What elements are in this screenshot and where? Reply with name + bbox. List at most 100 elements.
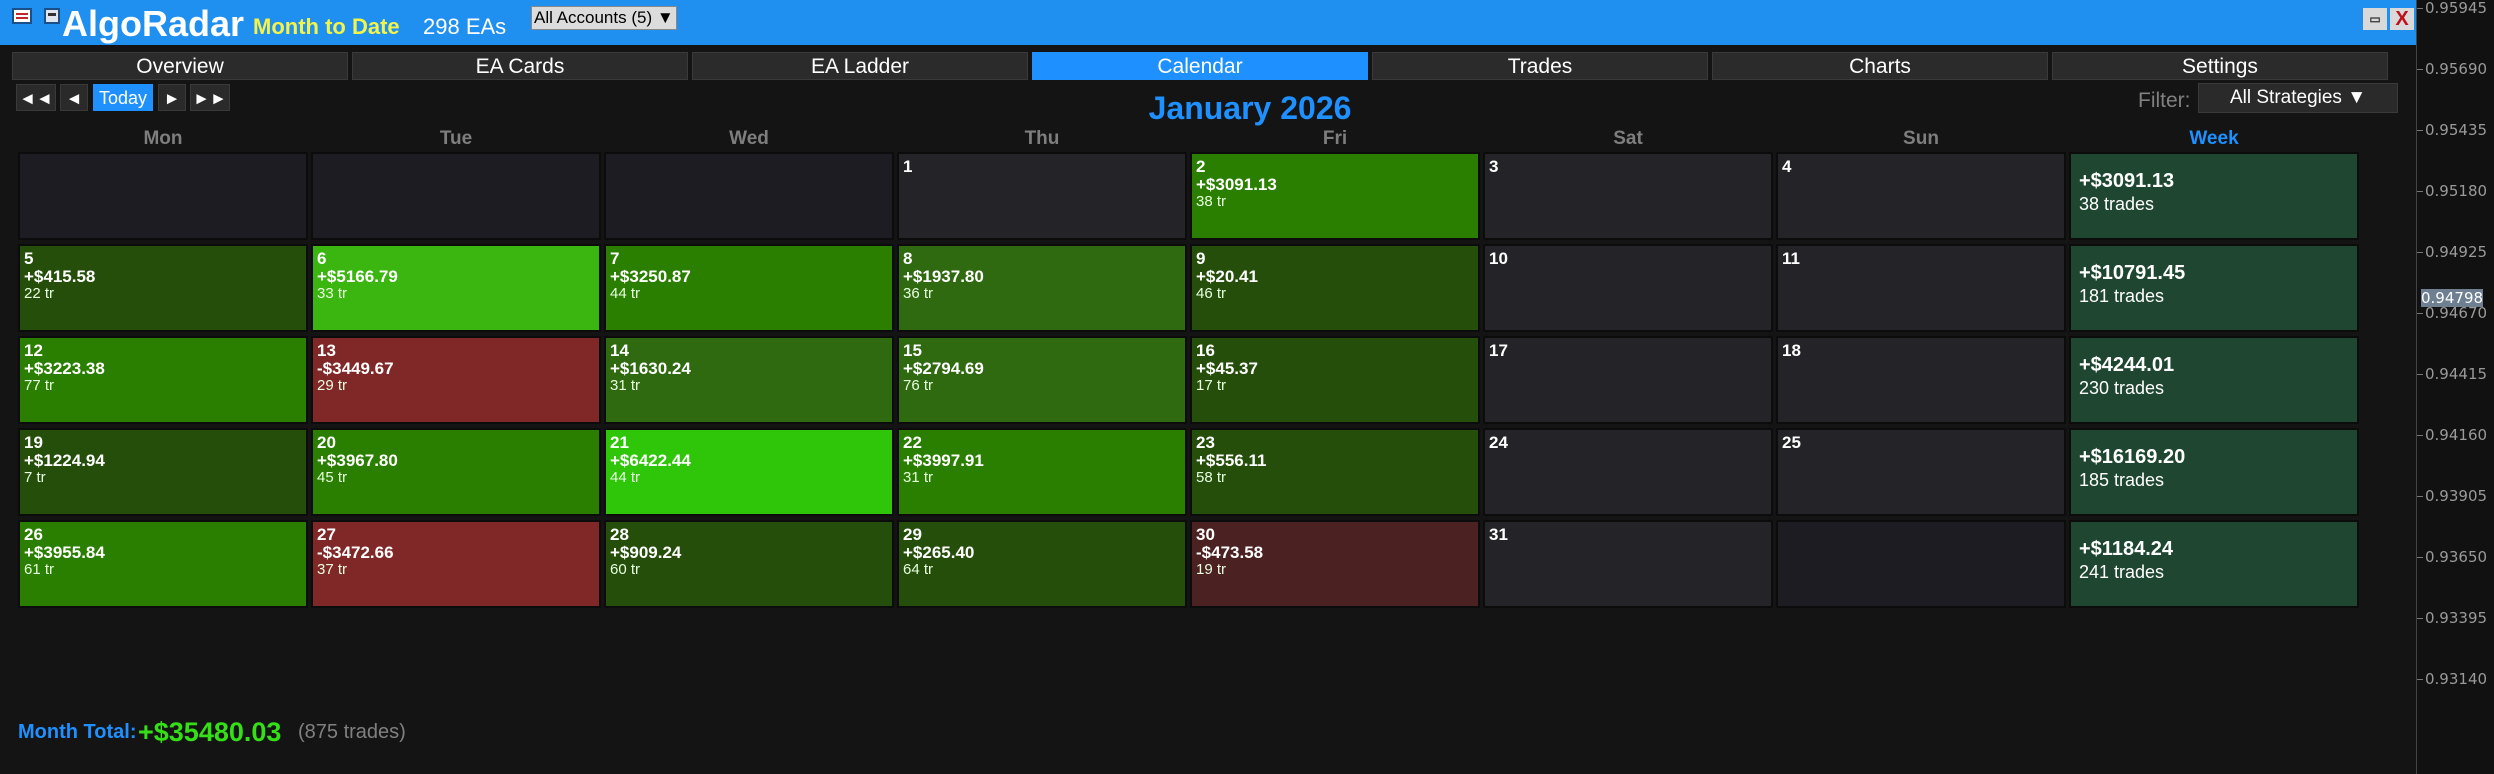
header-thu: Thu	[1024, 128, 1060, 149]
day-cell-28[interactable]: 28 +$909.24 60 tr	[604, 520, 894, 608]
day-number: 9	[1196, 249, 1206, 268]
day-pnl: +$3091.13	[1196, 175, 1277, 194]
day-number: 25	[1782, 433, 1801, 452]
day-cell-30[interactable]: 30 -$473.58 19 tr	[1190, 520, 1480, 608]
day-trade-count: 31 tr	[610, 377, 641, 394]
price-label: 0.95435	[2425, 121, 2488, 139]
week-pnl: +$3091.13	[2079, 170, 2175, 192]
day-cell-24[interactable]: 24	[1483, 428, 1773, 516]
day-cell-3[interactable]: 3	[1483, 152, 1773, 240]
day-cell-6[interactable]: 6 +$5166.79 33 tr	[311, 244, 601, 332]
day-cell-11[interactable]: 11	[1776, 244, 2066, 332]
day-cell-17[interactable]: 17	[1483, 336, 1773, 424]
strategy-filter-dropdown[interactable]: All Strategies ▼	[2198, 83, 2398, 113]
day-cell-2[interactable]: 2 +$3091.13 38 tr	[1190, 152, 1480, 240]
day-cell-19[interactable]: 19 +$1224.94 7 tr	[18, 428, 308, 516]
window-menu-icon[interactable]	[12, 8, 32, 24]
tab-charts[interactable]: Charts	[1712, 52, 2048, 80]
header-week: Week	[2189, 128, 2239, 149]
price-label: 0.95945	[2425, 0, 2488, 17]
price-label: 0.94925	[2425, 243, 2488, 261]
first-month-button[interactable]: ◄◄	[16, 84, 56, 111]
day-cell-29[interactable]: 29 +$265.40 64 tr	[897, 520, 1187, 608]
day-cell-20[interactable]: 20 +$3967.80 45 tr	[311, 428, 601, 516]
week-trade-count: 241 trades	[2079, 562, 2165, 582]
day-cell-10[interactable]: 10	[1483, 244, 1773, 332]
day-cell-5[interactable]: 5 +$415.58 22 tr	[18, 244, 308, 332]
day-pnl: +$3967.80	[317, 451, 398, 470]
filter-label: Filter:	[2138, 89, 2191, 112]
week-pnl: +$16169.20	[2079, 446, 2186, 468]
period-label: Month to Date	[253, 14, 400, 39]
day-cell-25[interactable]: 25	[1776, 428, 2066, 516]
day-trade-count: 19 tr	[1196, 561, 1227, 578]
app-title: AlgoRadar	[62, 3, 245, 44]
week-summary-cell[interactable]: +$3091.13 38 trades	[2069, 152, 2359, 240]
tab-ea-ladder[interactable]: EA Ladder	[692, 52, 1028, 80]
minimize-button[interactable]: ▭	[2363, 8, 2387, 30]
day-cell-31[interactable]: 31	[1483, 520, 1773, 608]
today-button[interactable]: Today	[93, 84, 153, 111]
price-tick	[2417, 618, 2423, 619]
week-trade-count: 38 trades	[2079, 194, 2155, 214]
accounts-dropdown[interactable]: All Accounts (5) ▼	[531, 6, 677, 30]
day-number: 7	[610, 249, 620, 268]
day-cell-7[interactable]: 7 +$3250.87 44 tr	[604, 244, 894, 332]
tab-overview[interactable]: Overview	[12, 52, 348, 80]
price-label: 0.94160	[2425, 426, 2488, 444]
day-cell-12[interactable]: 12 +$3223.38 77 tr	[18, 336, 308, 424]
header-tue: Tue	[439, 128, 473, 149]
day-cell-9[interactable]: 9 +$20.41 46 tr	[1190, 244, 1480, 332]
price-tick	[2417, 435, 2423, 436]
day-cell-21[interactable]: 21 +$6422.44 44 tr	[604, 428, 894, 516]
week-trade-count: 230 trades	[2079, 378, 2165, 398]
day-number: 8	[903, 249, 913, 268]
week-summary-cell[interactable]: +$1184.24 241 trades	[2069, 520, 2359, 608]
day-cell-4[interactable]: 4	[1776, 152, 2066, 240]
day-number: 10	[1489, 249, 1508, 268]
tab-calendar[interactable]: Calendar	[1032, 52, 1368, 80]
day-number: 13	[317, 341, 336, 360]
day-trade-count: 7 tr	[24, 469, 46, 486]
prev-month-button[interactable]: ◄	[60, 84, 88, 111]
day-cell-15[interactable]: 15 +$2794.69 76 tr	[897, 336, 1187, 424]
day-trade-count: 46 tr	[1196, 285, 1227, 302]
day-trade-count: 38 tr	[1196, 193, 1227, 210]
day-trade-count: 45 tr	[317, 469, 348, 486]
week-trade-count: 185 trades	[2079, 470, 2165, 490]
day-pnl: +$265.40	[903, 543, 975, 562]
day-cell-14[interactable]: 14 +$1630.24 31 tr	[604, 336, 894, 424]
header-sun: Sun	[1903, 128, 1939, 149]
month-total-label: Month Total:	[18, 721, 137, 743]
day-pnl: -$3449.67	[317, 359, 394, 378]
tab-settings[interactable]: Settings	[2052, 52, 2388, 80]
day-cell-27[interactable]: 27 -$3472.66 37 tr	[311, 520, 601, 608]
day-cell-13[interactable]: 13 -$3449.67 29 tr	[311, 336, 601, 424]
week-pnl: +$1184.24	[2079, 538, 2173, 560]
next-month-button[interactable]: ►	[158, 84, 186, 111]
day-number: 11	[1782, 249, 1800, 268]
last-month-button[interactable]: ►►	[190, 84, 230, 111]
day-number: 12	[24, 341, 43, 360]
day-cell-26[interactable]: 26 +$3955.84 61 tr	[18, 520, 308, 608]
day-cell-23[interactable]: 23 +$556.11 58 tr	[1190, 428, 1480, 516]
day-number: 5	[24, 249, 34, 268]
day-cell-18[interactable]: 18	[1776, 336, 2066, 424]
price-label: 0.95690	[2425, 60, 2488, 78]
day-pnl: +$556.11	[1196, 451, 1267, 470]
week-summary-cell[interactable]: +$4244.01 230 trades	[2069, 336, 2359, 424]
month-total-trades: (875 trades)	[298, 721, 406, 743]
day-cell-1[interactable]: 1	[897, 152, 1187, 240]
save-icon[interactable]	[44, 8, 60, 24]
close-button[interactable]: X	[2390, 8, 2414, 30]
day-pnl: +$909.24	[610, 543, 682, 562]
day-cell-16[interactable]: 16 +$45.37 17 tr	[1190, 336, 1480, 424]
empty-day-cell	[604, 152, 894, 240]
day-cell-8[interactable]: 8 +$1937.80 36 tr	[897, 244, 1187, 332]
week-summary-cell[interactable]: +$10791.45 181 trades	[2069, 244, 2359, 332]
week-summary-cell[interactable]: +$16169.20 185 trades	[2069, 428, 2359, 516]
tab-trades[interactable]: Trades	[1372, 52, 1708, 80]
tab-ea-cards[interactable]: EA Cards	[352, 52, 688, 80]
day-pnl: +$1630.24	[610, 359, 691, 378]
day-cell-22[interactable]: 22 +$3997.91 31 tr	[897, 428, 1187, 516]
